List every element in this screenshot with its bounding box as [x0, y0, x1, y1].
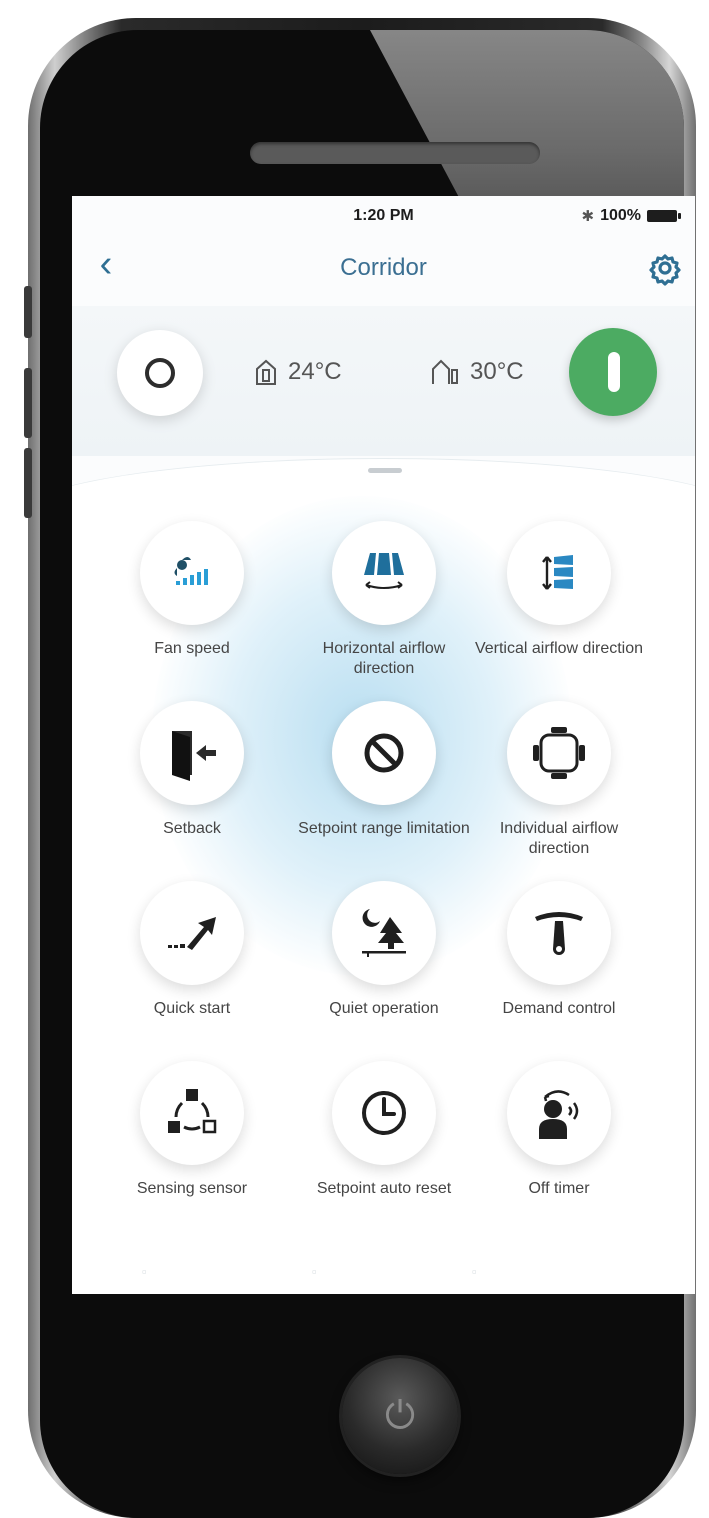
bluetooth-icon: ✱: [581, 208, 595, 225]
function-button[interactable]: [332, 701, 436, 805]
function-button[interactable]: [507, 521, 611, 625]
indoor-temperature: 24°C: [254, 358, 342, 386]
power-icon: ⏻: [384, 1395, 416, 1437]
function-label: Sensing sensor: [136, 1180, 248, 1197]
quick-start-arrow-icon: [168, 917, 216, 950]
earpiece-speaker: [250, 142, 540, 164]
function-button[interactable]: [140, 701, 244, 805]
function-demand-control[interactable]: Demand control: [469, 881, 649, 1019]
function-setpoint-auto-reset[interactable]: Setpoint auto reset: [294, 1061, 474, 1199]
setback-door-icon: [172, 731, 216, 781]
volume-down-button: [24, 448, 32, 518]
status-bar: 1:20 PM ✱ 100%: [72, 196, 695, 230]
function-label: Horizontal airflow direction: [322, 640, 446, 677]
clock-icon: [362, 1091, 406, 1135]
home-button[interactable]: ⏻: [342, 1358, 458, 1474]
function-horizontal-airflow[interactable]: Horizontal airflow direction: [294, 521, 474, 679]
function-label: Quiet operation: [329, 1000, 439, 1017]
off-timer-person-icon: [539, 1090, 579, 1139]
prohibited-icon: [364, 733, 404, 773]
function-quiet-operation[interactable]: Quiet operation: [294, 881, 474, 1019]
faded-next-row: ▫: [472, 1264, 477, 1279]
function-label: Quick start: [153, 1000, 231, 1017]
function-button[interactable]: [332, 881, 436, 985]
panel-drag-handle[interactable]: [368, 468, 402, 473]
power-on-icon: [608, 352, 620, 392]
individual-airflow-icon: [533, 727, 585, 779]
status-right: ✱ 100%: [581, 207, 681, 225]
settings-button[interactable]: [645, 248, 685, 288]
function-individual-airflow[interactable]: Individual airflow direction: [469, 701, 649, 859]
control-row: 24°C 30°C: [72, 306, 695, 456]
function-button[interactable]: [507, 1061, 611, 1165]
battery-percent: 100%: [600, 207, 641, 224]
function-sensing-sensor[interactable]: Sensing sensor: [102, 1061, 282, 1199]
function-label: Individual airflow direction: [499, 820, 619, 857]
demand-gauge-icon: [535, 912, 583, 955]
function-label: Off timer: [528, 1180, 590, 1197]
fan-speed-icon: [174, 557, 208, 585]
function-label: Fan speed: [154, 640, 230, 657]
function-quick-start[interactable]: Quick start: [102, 881, 282, 1019]
quiet-moon-tree-icon: [362, 909, 406, 957]
outdoor-house-icon: [432, 359, 458, 384]
function-button[interactable]: [332, 1061, 436, 1165]
vertical-airflow-icon: [542, 555, 573, 590]
function-button[interactable]: [507, 701, 611, 805]
mode-button[interactable]: [117, 330, 203, 416]
horizontal-airflow-icon: [364, 553, 404, 589]
outdoor-temperature: 30°C: [430, 358, 524, 386]
battery-icon: [647, 210, 681, 222]
function-label: Setback: [163, 820, 221, 837]
nav-bar: ‹ Corridor: [72, 236, 695, 296]
function-button[interactable]: [140, 1061, 244, 1165]
power-toggle-button[interactable]: [569, 328, 657, 416]
function-button[interactable]: [507, 881, 611, 985]
sensing-sensor-icon: [168, 1089, 217, 1134]
page-title: Corridor: [340, 254, 427, 281]
function-label: Setpoint auto reset: [316, 1180, 452, 1197]
function-label: Demand control: [502, 1000, 616, 1017]
faded-next-row: ▫: [142, 1264, 147, 1279]
mode-ring-icon: [145, 358, 175, 388]
function-button[interactable]: [140, 881, 244, 985]
function-off-timer[interactable]: Off timer: [469, 1061, 649, 1199]
function-setback[interactable]: Setback: [102, 701, 282, 839]
faded-next-row: ▫: [312, 1264, 317, 1279]
function-fan-speed[interactable]: Fan speed: [102, 521, 282, 659]
mute-switch: [24, 286, 32, 338]
function-button[interactable]: [140, 521, 244, 625]
function-label: Vertical airflow direction: [474, 640, 644, 657]
function-button[interactable]: [332, 521, 436, 625]
app-screen: 1:20 PM ✱ 100% ‹ Corridor 24°C 30°C Fan …: [72, 196, 695, 1294]
indoor-house-icon: [256, 359, 276, 385]
function-label: Setpoint range limitation: [298, 820, 470, 837]
indoor-temp-value: 24°C: [288, 358, 342, 385]
function-vertical-airflow[interactable]: Vertical airflow direction: [469, 521, 649, 659]
volume-up-button: [24, 368, 32, 438]
outdoor-temp-value: 30°C: [470, 358, 524, 385]
gear-icon: [649, 254, 681, 286]
function-setpoint-range[interactable]: Setpoint range limitation: [294, 701, 474, 839]
